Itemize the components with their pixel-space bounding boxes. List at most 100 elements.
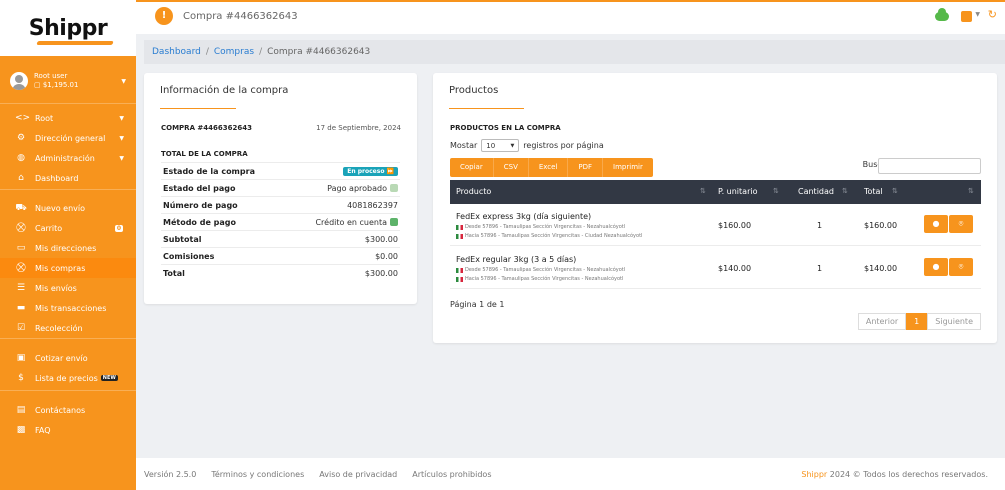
- user-name: Root user: [34, 72, 68, 80]
- product-name: FedEx regular 3kg (3 a 5 días): [456, 255, 577, 264]
- origin-line: Desde 57896 - Tamaulipas Sección Virgenc…: [456, 224, 625, 230]
- page-length-select[interactable]: 10 ▼: [481, 139, 520, 152]
- print-button[interactable]: Imprimir: [603, 158, 653, 177]
- sidebar-item-label: Nuevo envío: [35, 203, 85, 213]
- column-header-quantity[interactable]: Cantidad: [798, 187, 834, 196]
- sidebar-item-label: Contáctanos: [35, 405, 86, 415]
- prohibited-items-link[interactable]: Artículos prohibidos: [412, 470, 491, 479]
- faq-icon: ▩: [16, 425, 26, 435]
- breadcrumb-dashboard[interactable]: Dashboard: [152, 47, 201, 57]
- search-input[interactable]: [878, 158, 981, 174]
- sidebar-item-faq[interactable]: ▩ FAQ: [0, 420, 136, 440]
- view-button[interactable]: ●: [924, 215, 948, 233]
- dollar-icon: $: [18, 373, 24, 383]
- sidebar-item-recoleccion[interactable]: ☑ Recolección: [0, 318, 136, 338]
- breadcrumb-compras[interactable]: Compras: [214, 47, 254, 57]
- sort-icon[interactable]: ⇅: [700, 187, 706, 195]
- next-page-button[interactable]: Siguiente: [927, 313, 981, 330]
- gear-icon: ⚙: [16, 133, 26, 143]
- page-button[interactable]: 1: [906, 313, 928, 330]
- map-button[interactable]: ⌾: [949, 258, 973, 276]
- row-total: $140.00: [864, 264, 898, 273]
- sidebar-item-contactanos[interactable]: ▤ Contáctanos: [0, 400, 136, 420]
- sidebar-item-label: Cotizar envío: [35, 353, 88, 363]
- version-text: Versión 2.5.0: [144, 469, 197, 479]
- mexico-flag-icon: [456, 276, 463, 282]
- sidebar-item-mis-envios[interactable]: ☰ Mis envíos: [0, 278, 136, 298]
- eye-icon: ●: [932, 262, 940, 271]
- sidebar-item-label: Lista de precios: [35, 373, 98, 383]
- excel-button[interactable]: Excel: [528, 158, 569, 177]
- contact-card-icon: ▤: [16, 405, 26, 415]
- view-button[interactable]: ●: [924, 258, 948, 276]
- sidebar-item-cotizar-envio[interactable]: ▣ Cotizar envío: [0, 348, 136, 368]
- user-balance: ▢ $1,195.01: [34, 81, 79, 89]
- home-icon: ⌂: [18, 173, 24, 183]
- sidebar-item-label: Dirección general: [35, 133, 106, 143]
- new-badge: NEW: [100, 375, 118, 381]
- sidebar-item-label: Carrito: [35, 223, 63, 233]
- info-row-payment-number: Número de pago 4081862397: [161, 196, 400, 213]
- column-header-unit-price[interactable]: P. unitario: [718, 187, 757, 196]
- sidebar-item-label: Root: [35, 113, 54, 123]
- info-row-total: Total $300.00: [161, 264, 400, 281]
- chevron-down-icon: ▼: [119, 134, 124, 142]
- breadcrumb-current: Compra #4466362643: [267, 47, 371, 57]
- card-title: Información de la compra: [160, 85, 289, 96]
- sidebar-item-nuevo-envio[interactable]: ⛟ Nuevo envío: [0, 198, 136, 218]
- profile-icon[interactable]: [961, 11, 972, 22]
- sidebar-item-administracion[interactable]: ◍ Administración ▼: [0, 148, 136, 168]
- chevron-down-icon: ▼: [121, 77, 126, 85]
- copyright: Shippr 2024 © Todos los derechos reserva…: [801, 469, 988, 479]
- section-title: PRODUCTOS EN LA COMPRA: [450, 124, 561, 132]
- sort-icon[interactable]: ⇅: [842, 187, 848, 195]
- user-menu[interactable]: Root user ▢ $1,195.01 ▼: [10, 68, 126, 94]
- copy-button[interactable]: Copiar: [450, 158, 494, 177]
- code-icon: <>: [15, 113, 31, 123]
- sidebar-item-direccion-general[interactable]: ⚙ Dirección general ▼: [0, 128, 136, 148]
- sidebar-item-root[interactable]: <> Root ▼: [0, 108, 136, 128]
- logo-area[interactable]: Shippr: [0, 0, 136, 56]
- chevron-down-icon: ▼: [510, 142, 515, 149]
- privacy-link[interactable]: Aviso de privacidad: [319, 470, 397, 479]
- terms-link[interactable]: Términos y condiciones: [211, 470, 304, 479]
- sort-icon[interactable]: ⇅: [968, 187, 974, 195]
- info-row-subtotal: Subtotal $300.00: [161, 230, 400, 247]
- sidebar-item-mis-transacciones[interactable]: ▬ Mis transacciones: [0, 298, 136, 318]
- map-button[interactable]: ⌾: [949, 215, 973, 233]
- payment-status-icon: [390, 184, 398, 192]
- list-icon: ☰: [16, 283, 26, 293]
- prev-page-button[interactable]: Anterior: [857, 313, 907, 330]
- truck-icon: ⛟: [15, 202, 27, 213]
- sort-icon[interactable]: ⇅: [892, 187, 898, 195]
- sidebar-item-lista-de-precios[interactable]: $ Lista de precios NEW: [0, 368, 136, 388]
- sidebar-item-mis-direcciones[interactable]: ▭ Mis direcciones: [0, 238, 136, 258]
- origin-line: Desde 57896 - Tamaulipas Sección Virgenc…: [456, 267, 625, 273]
- destination-line: Hacia 57896 - Tamaulipas Sección Virgenc…: [456, 233, 642, 239]
- chevron-down-icon: ▼: [119, 154, 124, 162]
- chevron-down-icon: ▼: [119, 114, 124, 122]
- sidebar-item-mis-compras[interactable]: ⛒ Mis compras: [0, 258, 136, 278]
- column-header-product[interactable]: Producto: [456, 187, 491, 196]
- pdf-button[interactable]: PDF: [568, 158, 604, 177]
- sidebar: Shippr Root user ▢ $1,195.01 ▼ <> Root ▼ ⚙ D…: [0, 0, 136, 490]
- sidebar-item-label: Mis direcciones: [35, 243, 97, 253]
- table-header: Producto ⇅ P. unitario ⇅ Cantidad ⇅ Tota…: [450, 180, 981, 204]
- info-row-fees: Comisiones $0.00: [161, 247, 400, 264]
- destination-line: Hacia 57896 - Tamaulipas Sección Virgenc…: [456, 276, 623, 282]
- wallet-icon: [390, 218, 398, 226]
- cart-count-badge: 0: [114, 224, 123, 232]
- cloud-icon[interactable]: [935, 8, 949, 21]
- credit-card-icon: ▬: [16, 303, 26, 313]
- refresh-icon[interactable]: ↻: [988, 8, 997, 21]
- column-header-total[interactable]: Total: [864, 187, 883, 196]
- unit-price: $160.00: [718, 221, 752, 230]
- chevron-down-icon[interactable]: ▼: [975, 11, 980, 18]
- sidebar-item-carrito[interactable]: ⛒ Carrito 0: [0, 218, 136, 238]
- csv-button[interactable]: CSV: [493, 158, 529, 177]
- sidebar-item-dashboard[interactable]: ⌂ Dashboard: [0, 168, 136, 188]
- logo[interactable]: Shippr: [29, 16, 114, 45]
- cart-plus-icon: ⛒: [16, 263, 26, 273]
- sort-icon[interactable]: ⇅: [773, 187, 779, 195]
- table-row: FedEx express 3kg (día siguiente) Desde …: [450, 204, 981, 246]
